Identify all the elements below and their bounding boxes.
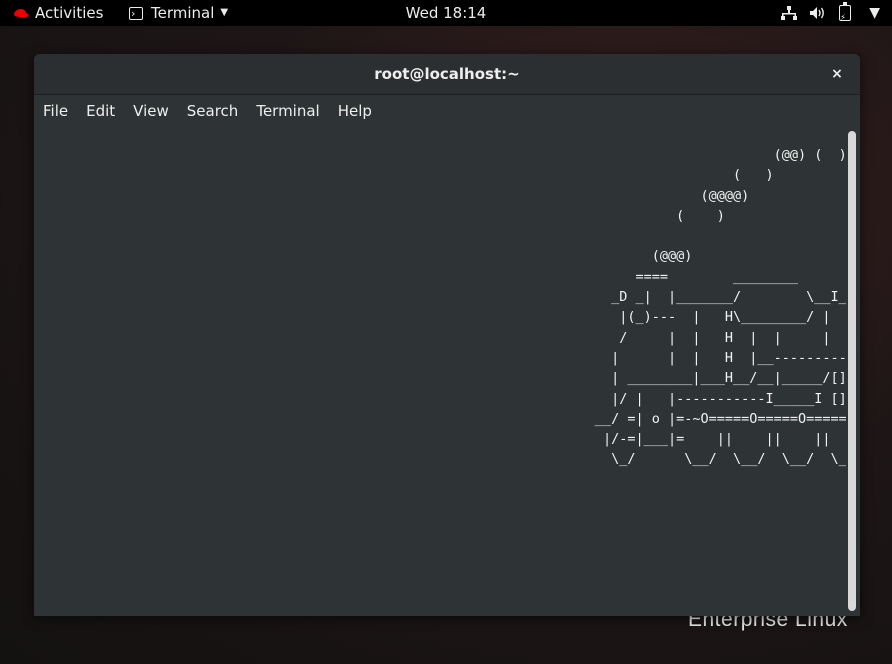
clock-label: Wed 18:14 bbox=[405, 4, 487, 22]
terminal-line: |/ | |-----------I_____I [][] [] D bbox=[611, 390, 846, 407]
terminal-line: ( ) bbox=[732, 167, 774, 184]
menu-view[interactable]: View bbox=[124, 95, 178, 127]
menu-file[interactable]: File bbox=[34, 95, 77, 127]
volume-icon bbox=[810, 7, 825, 19]
terminal-line: / | | H | | | | bbox=[619, 329, 831, 346]
window-titlebar[interactable]: root@localhost:~ × bbox=[34, 54, 860, 95]
terminal-line: (@@@) bbox=[651, 248, 693, 265]
terminal-output-area[interactable]: (@@) ( ) (@) ( ) ( ) (@@@@) bbox=[34, 127, 860, 616]
network-icon bbox=[781, 6, 798, 20]
terminal-line: ==== ________ bbox=[635, 268, 799, 285]
terminal-line: (@@) ( ) (@) ( ) bbox=[773, 147, 846, 163]
terminal-window[interactable]: root@localhost:~ × File Edit View Search… bbox=[34, 54, 860, 616]
terminal-line: | ________|___H__/__|_____/[][]~\_____ bbox=[611, 370, 846, 387]
window-title: root@localhost:~ bbox=[374, 65, 520, 83]
battery-charging-icon bbox=[839, 2, 852, 30]
terminal-line: (@@@@) bbox=[700, 187, 750, 204]
top-bar: Activities Terminal ▼ Wed 18:14 ▼ bbox=[0, 0, 892, 30]
menu-help[interactable]: Help bbox=[329, 95, 381, 127]
terminal-output: (@@) ( ) (@) ( ) ( ) (@@@@) bbox=[34, 145, 846, 470]
close-icon[interactable]: × bbox=[828, 65, 846, 83]
terminal-line: \_/ \__/ \__/ \__/ \__/ \ bbox=[611, 451, 846, 468]
system-tray[interactable]: ▼ bbox=[781, 0, 880, 30]
terminal-line: | | | H |__----------------- bbox=[611, 349, 846, 366]
menu-bar: File Edit View Search Terminal Help bbox=[34, 95, 860, 127]
menu-edit[interactable]: Edit bbox=[77, 95, 124, 127]
terminal-line: |/-=|___|= || || || |_____/ bbox=[602, 431, 831, 448]
menu-terminal[interactable]: Terminal bbox=[247, 95, 328, 127]
terminal-line: _D _| |_______/ \__I_I_____=== bbox=[611, 289, 846, 306]
clock[interactable]: Wed 18:14 bbox=[0, 0, 892, 26]
terminal-line: |(_)--- | H\________/ | | bbox=[619, 309, 831, 326]
chevron-down-icon: ▼ bbox=[869, 5, 880, 21]
menu-search[interactable]: Search bbox=[178, 95, 248, 127]
vertical-scrollbar[interactable] bbox=[848, 131, 856, 611]
terminal-line: __/ =| o |=-~O=====O=====O=====O\ ____Y_ bbox=[594, 410, 846, 427]
terminal-line: ( ) bbox=[676, 207, 725, 224]
